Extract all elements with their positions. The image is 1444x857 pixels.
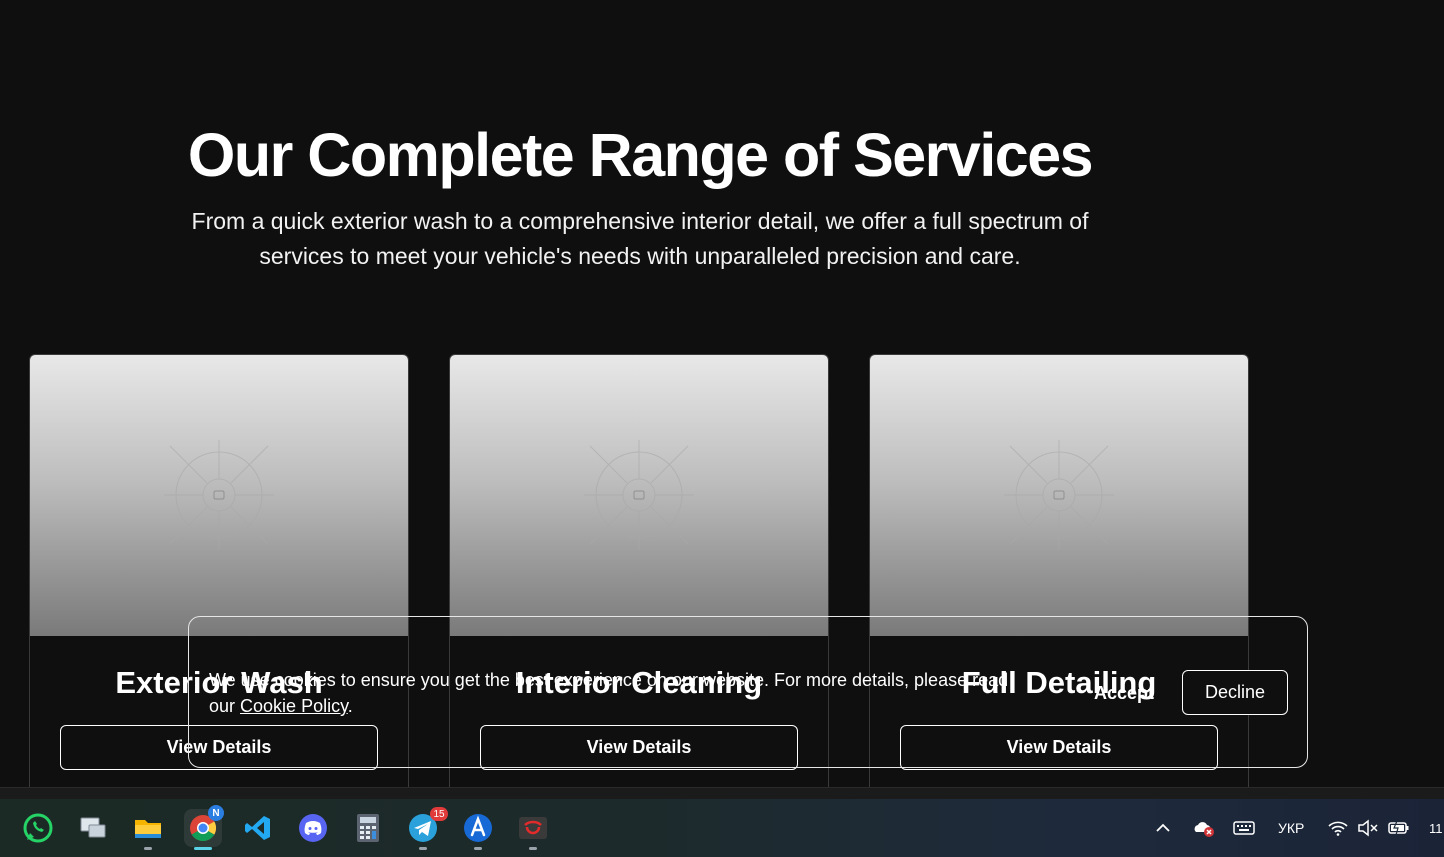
calculator-icon[interactable] — [349, 809, 387, 847]
whatsapp-icon[interactable] — [19, 809, 57, 847]
service-image-placeholder — [870, 355, 1248, 636]
onedrive-error-icon[interactable] — [1192, 799, 1216, 857]
cookie-banner: We use cookies to ensure you get the bes… — [188, 616, 1308, 768]
discord-icon[interactable] — [294, 809, 332, 847]
cookie-policy-link[interactable]: Cookie Policy — [240, 696, 348, 716]
chrome-profile-badge: N — [208, 805, 224, 821]
active-indicator — [194, 847, 212, 850]
service-image-placeholder — [450, 355, 828, 636]
remote-desktop-icon[interactable] — [74, 809, 112, 847]
show-hidden-icons-chevron-up-icon[interactable] — [1154, 799, 1172, 857]
image-placeholder-icon — [164, 440, 274, 550]
telegram-unread-badge: 15 — [430, 807, 448, 821]
browser-icon[interactable] — [459, 809, 497, 850]
page-title: Our Complete Range of Services — [187, 121, 1094, 189]
browser-viewport: Our Complete Range of Services From a qu… — [0, 0, 1444, 789]
subtitle-line-2: services to meet your vehicle's needs wi… — [259, 243, 1021, 269]
cookie-text-line-1: We use cookies to ensure you get the bes… — [209, 670, 1009, 690]
cookie-text-suffix: . — [347, 696, 353, 716]
chrome-icon[interactable]: N — [184, 805, 224, 850]
language-indicator[interactable]: УКР — [1278, 799, 1304, 857]
browser-frame-edge — [0, 787, 1444, 799]
telegram-icon[interactable]: 15 — [404, 807, 448, 850]
wifi-icon[interactable] — [1327, 799, 1349, 857]
running-indicator — [474, 847, 482, 850]
taskbar: N 15 УКР 11 — [0, 799, 1444, 857]
clock[interactable]: 11 — [1429, 799, 1443, 857]
running-indicator — [419, 847, 427, 850]
service-image-placeholder — [30, 355, 408, 636]
cookie-text-prefix: our — [209, 696, 241, 716]
file-explorer-icon[interactable] — [129, 809, 167, 850]
subtitle-line-1: From a quick exterior wash to a comprehe… — [191, 208, 1089, 234]
accept-button[interactable]: Accept — [1079, 671, 1169, 716]
keyboard-icon[interactable] — [1233, 799, 1255, 857]
page-subtitle: From a quick exterior wash to a comprehe… — [160, 204, 1120, 274]
running-indicator — [529, 847, 537, 850]
app-red-icon[interactable] — [514, 809, 552, 850]
volume-muted-icon[interactable] — [1357, 799, 1379, 857]
cookie-text: We use cookies to ensure you get the bes… — [209, 667, 1059, 719]
image-placeholder-icon — [584, 440, 694, 550]
image-placeholder-icon — [1004, 440, 1114, 550]
running-indicator — [144, 847, 152, 850]
battery-charging-icon[interactable] — [1388, 799, 1410, 857]
decline-button[interactable]: Decline — [1182, 670, 1288, 715]
vscode-icon[interactable] — [239, 809, 277, 847]
